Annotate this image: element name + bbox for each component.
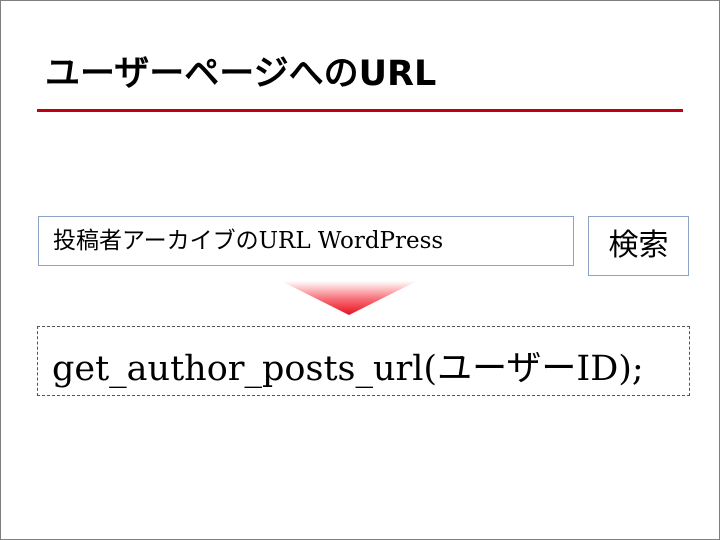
title-divider: [37, 109, 683, 112]
search-input[interactable]: 投稿者アーカイブのURL WordPress: [38, 216, 574, 266]
search-button[interactable]: 検索: [588, 216, 689, 276]
slide: ユーザーページへのURL 投稿者アーカイブのURL WordPress 検索 g…: [0, 0, 720, 540]
code-snippet: get_author_posts_url(ユーザーID);: [37, 326, 690, 396]
slide-title: ユーザーページへのURL: [45, 54, 437, 94]
down-arrow-icon: [281, 281, 417, 315]
